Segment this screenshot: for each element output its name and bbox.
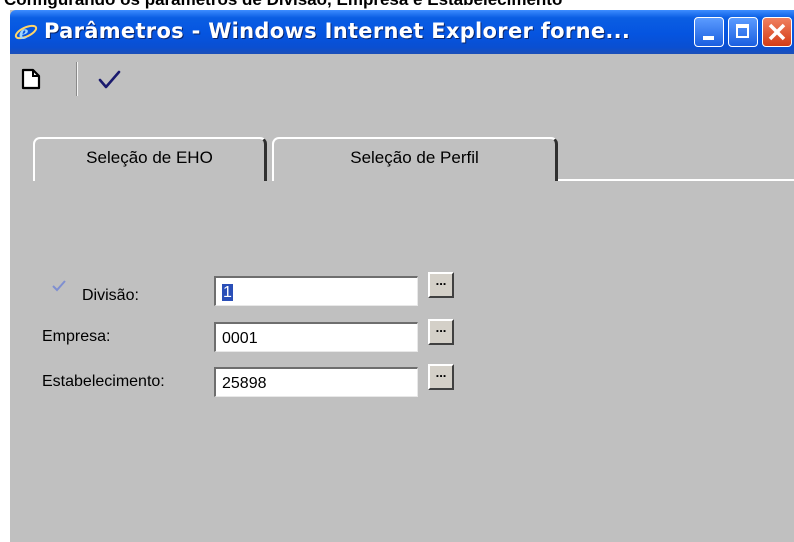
ie-window: e Parâmetros - Windows Internet Explorer… (10, 10, 794, 542)
estabelecimento-label: Estabelecimento: (42, 373, 165, 390)
close-button[interactable] (762, 17, 792, 47)
tab-selecao-perfil[interactable]: Seleção de Perfil (272, 137, 558, 181)
divisao-value: 1 (222, 284, 233, 301)
toolbar-separator (76, 62, 78, 96)
title-bar[interactable]: e Parâmetros - Windows Internet Explorer… (10, 10, 794, 54)
maximize-button[interactable] (728, 17, 758, 47)
empresa-field[interactable]: 0001 (214, 322, 418, 352)
estabelecimento-field[interactable]: 25898 (214, 367, 418, 397)
new-document-icon[interactable] (18, 66, 44, 92)
minimize-button[interactable] (694, 17, 724, 47)
window-title: Parâmetros - Windows Internet Explorer f… (44, 19, 631, 43)
divisao-field[interactable]: 1 (214, 276, 418, 306)
svg-text:e: e (19, 20, 28, 43)
empresa-label: Empresa: (42, 328, 111, 345)
tab-strip-line (558, 179, 794, 181)
divisao-label: Divisão: (82, 287, 139, 304)
divisao-lookup-button[interactable]: ... (428, 272, 454, 298)
toolbar (10, 54, 794, 104)
tab-selecao-eho[interactable]: Seleção de EHO (33, 137, 267, 181)
ie-icon: e (14, 20, 38, 43)
empresa-lookup-button[interactable]: ... (428, 319, 454, 345)
checkmark-icon[interactable] (96, 66, 122, 92)
estabelecimento-lookup-button[interactable]: ... (428, 364, 454, 390)
required-check-icon (52, 280, 66, 292)
close-icon (768, 23, 786, 41)
page-caption: Configurando os parâmetros de Divisão, E… (4, 0, 794, 9)
